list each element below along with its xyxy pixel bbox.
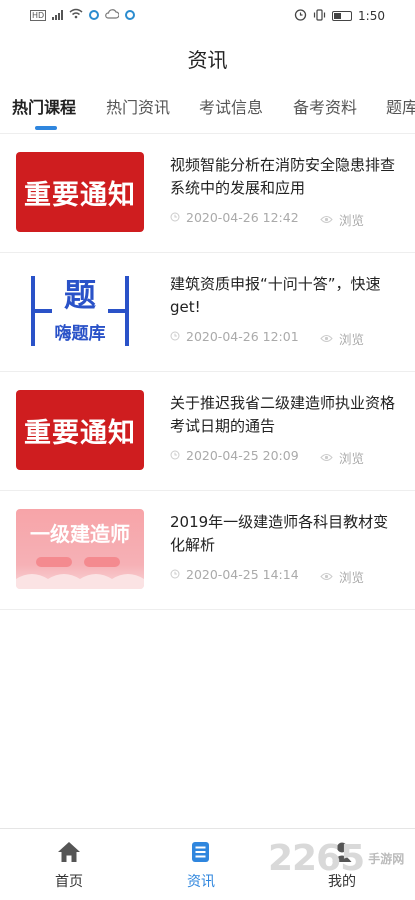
article-views: 浏览 (320, 210, 364, 229)
article-title: 关于推迟我省二级建造师执业资格考试日期的通告 (170, 394, 396, 435)
alarm-icon (294, 8, 307, 24)
list-item[interactable]: 重要通知 关于推迟我省二级建造师执业资格考试日期的通告 2020-04-25 2… (0, 372, 415, 491)
article-views: 浏览 (320, 329, 364, 348)
eye-icon (320, 569, 333, 584)
status-right: 1:50 (294, 8, 385, 24)
article-thumbnail: 一级建造师 (16, 509, 144, 589)
article-title: 视频智能分析在消防安全隐患排查系统中的发展和应用 (170, 156, 396, 197)
eye-icon (320, 331, 333, 346)
wifi-icon (69, 8, 83, 22)
article-datetime: 2020-04-26 12:01 (186, 329, 299, 344)
news-icon (190, 842, 212, 867)
vibrate-icon (313, 8, 326, 24)
app-notification-icon (89, 10, 100, 20)
article-list: 重要通知 视频智能分析在消防安全隐患排查系统中的发展和应用 2020-04-26… (0, 134, 415, 610)
views-label: 浏览 (339, 332, 365, 347)
article-date: 2020-04-26 12:42 (170, 210, 299, 225)
logo-glyph: 题 (64, 276, 96, 314)
banner-title: 一级建造师 (30, 522, 130, 546)
tab-question-bank[interactable]: 题库 (386, 94, 415, 118)
views-label: 浏览 (339, 213, 365, 228)
nav-home[interactable]: 首页 (29, 841, 109, 891)
tab-study-materials[interactable]: 备考资料 (293, 94, 357, 118)
article-thumbnail: 题 嗨题库 (16, 271, 144, 351)
list-item[interactable]: 重要通知 视频智能分析在消防安全隐患排查系统中的发展和应用 2020-04-26… (0, 134, 415, 253)
tab-hot-news[interactable]: 热门资讯 (106, 94, 170, 118)
status-bar: HD 1:50 (0, 0, 415, 32)
article-date: 2020-04-25 14:14 (170, 567, 299, 582)
article-title: 建筑资质申报“十问十答”，快速get! (170, 275, 381, 316)
logo-subtitle: 嗨题库 (55, 323, 106, 344)
article-date: 2020-04-25 20:09 (170, 448, 299, 463)
list-item[interactable]: 一级建造师 2019年一级建造师各科目教材变化解析 2020-04-25 14:… (0, 491, 415, 610)
tab-hot-courses[interactable]: 热门课程 (12, 94, 76, 118)
battery-icon (332, 11, 353, 21)
article-datetime: 2020-04-25 20:09 (186, 448, 299, 463)
page-title: 资讯 (187, 48, 228, 72)
nav-news-label: 资讯 (187, 874, 215, 890)
signal-icon (52, 10, 64, 20)
article-title: 2019年一级建造师各科目教材变化解析 (170, 513, 389, 554)
views-label: 浏览 (339, 570, 365, 585)
nav-news[interactable]: 资讯 (161, 841, 241, 891)
status-time: 1:50 (358, 9, 385, 23)
tab-exam-info[interactable]: 考试信息 (199, 94, 263, 118)
clock-icon (170, 210, 180, 225)
clock-icon (170, 567, 180, 582)
article-thumbnail: 重要通知 (16, 390, 144, 470)
status-left: HD (30, 8, 136, 22)
constructor-banner: 一级建造师 (16, 522, 144, 589)
views-label: 浏览 (339, 451, 365, 466)
site-watermark: 2265 手游网 (268, 838, 404, 879)
article-views: 浏览 (320, 567, 364, 586)
eye-icon (320, 450, 333, 465)
article-datetime: 2020-04-26 12:42 (186, 210, 299, 225)
home-icon (57, 842, 81, 867)
active-tab-indicator (35, 126, 57, 130)
clock-icon (170, 448, 180, 463)
cloud-icon (105, 8, 120, 22)
eye-icon (320, 212, 333, 227)
nav-home-label: 首页 (55, 874, 83, 890)
article-datetime: 2020-04-25 14:14 (186, 567, 299, 582)
article-date: 2020-04-26 12:01 (170, 329, 299, 344)
question-bank-logo: 题 嗨题库 (31, 276, 129, 346)
article-thumbnail: 重要通知 (16, 152, 144, 232)
watermark-number: 2265 (268, 838, 365, 879)
clock-icon (170, 329, 180, 344)
article-views: 浏览 (320, 448, 364, 467)
list-item[interactable]: 题 嗨题库 建筑资质申报“十问十答”，快速get! 2020-04-26 12:… (0, 253, 415, 372)
watermark-text: 手游网 (368, 852, 405, 866)
hd-badge: HD (30, 9, 47, 21)
app-notification-icon-2 (125, 10, 136, 20)
category-tabs: 热门课程 热门资讯 考试信息 备考资料 题库 (0, 94, 415, 128)
